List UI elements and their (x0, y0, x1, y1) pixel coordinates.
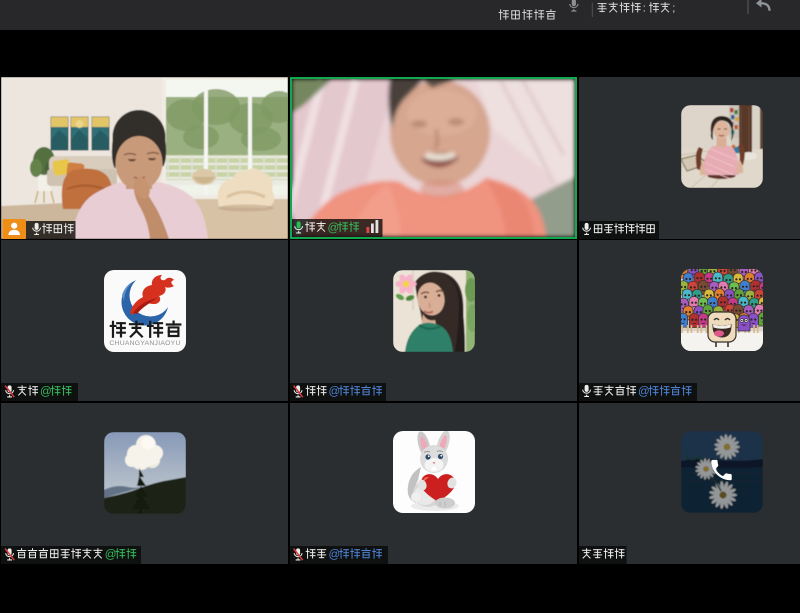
svg-text:@: @ (105, 549, 117, 561)
svg-text:@: @ (328, 222, 340, 234)
svg-text:;: ; (672, 3, 675, 15)
svg-text:@: @ (329, 386, 341, 398)
svg-text:@: @ (638, 386, 650, 398)
svg-text:@: @ (329, 549, 341, 561)
svg-text:@: @ (40, 386, 52, 398)
svg-text::: : (643, 3, 646, 15)
svg-text:CHUANGYANJIAOYU: CHUANGYANJIAOYU (109, 340, 180, 347)
